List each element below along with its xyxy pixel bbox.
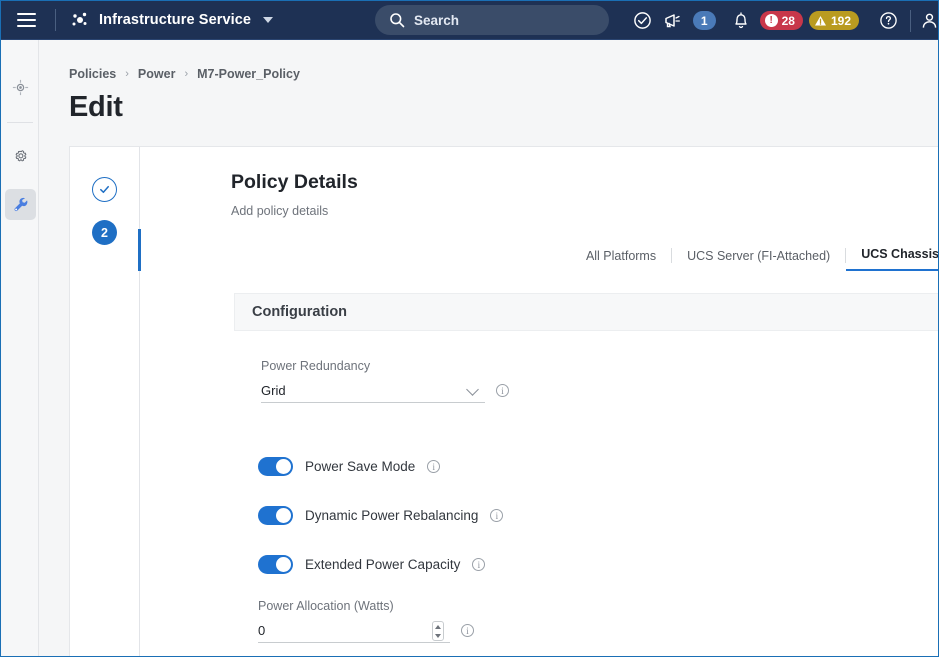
- dynamic-power-rebalancing-toggle[interactable]: [258, 506, 293, 525]
- power-redundancy-select[interactable]: Grid: [261, 378, 485, 403]
- warning-alarm-badge[interactable]: 192: [808, 11, 859, 30]
- power-save-mode-row: Power Save Mode i: [258, 457, 441, 476]
- platform-tabs: All Platforms UCS Server (FI-Attached) U…: [571, 243, 938, 271]
- megaphone-icon: [658, 1, 688, 40]
- breadcrumb-item-0[interactable]: Policies: [69, 67, 116, 81]
- user-icon[interactable]: [918, 1, 938, 40]
- help-circle-icon[interactable]: [873, 1, 903, 40]
- search-input[interactable]: Search: [375, 5, 609, 35]
- section-title: Policy Details: [231, 171, 358, 193]
- wizard-rail: [139, 147, 140, 656]
- power-allocation-input[interactable]: 0: [258, 618, 450, 643]
- power-allocation-value: 0: [258, 622, 266, 638]
- wizard-step-1[interactable]: [70, 177, 139, 202]
- warning-alarm-icon: [814, 14, 827, 27]
- power-save-mode-toggle[interactable]: [258, 457, 293, 476]
- stepper-down-icon[interactable]: [435, 633, 441, 638]
- critical-alarm-count: 28: [781, 13, 795, 28]
- topbar-actions: 1 ! 28 192: [628, 1, 938, 40]
- critical-alarm-icon: !: [764, 14, 778, 27]
- section-subtitle: Add policy details: [231, 204, 329, 218]
- configuration-label: Configuration: [252, 304, 348, 320]
- breadcrumb-item-2[interactable]: M7-Power_Policy: [197, 67, 300, 81]
- toggle-knob: [276, 508, 291, 523]
- toggle-knob: [276, 459, 291, 474]
- wrench-icon: [14, 197, 28, 212]
- power-redundancy-value: Grid: [261, 382, 286, 398]
- service-name: Infrastructure Service: [99, 12, 252, 28]
- dynamic-power-rebalancing-label: Dynamic Power Rebalancing: [305, 508, 479, 523]
- stepper-up-icon[interactable]: [435, 624, 441, 629]
- sidebar-item-monitor[interactable]: [5, 72, 36, 103]
- power-redundancy-field: Power Redundancy Grid i: [261, 359, 509, 403]
- topbar-divider-right: [910, 9, 911, 32]
- page-title: Edit: [69, 91, 123, 123]
- breadcrumb: Policies › Power › M7-Power_Policy: [69, 67, 300, 81]
- announcement-count-badge[interactable]: 1: [692, 11, 716, 30]
- breadcrumb-separator: ›: [184, 68, 189, 80]
- power-redundancy-label: Power Redundancy: [261, 359, 371, 373]
- toggle-knob: [276, 557, 291, 572]
- rail-spacer: [2, 172, 38, 189]
- chevron-down-icon: [263, 17, 274, 23]
- search-placeholder: Search: [414, 12, 460, 28]
- power-save-mode-info-icon[interactable]: i: [427, 460, 441, 473]
- chevron-down-icon: [466, 383, 479, 396]
- topbar-divider: [55, 9, 56, 31]
- check-circle-icon[interactable]: [628, 1, 658, 40]
- extended-power-capacity-info-icon[interactable]: i: [472, 558, 486, 571]
- breadcrumb-item-1[interactable]: Power: [138, 67, 176, 81]
- policy-edit-card: 2 Policy Details Add policy details All …: [69, 146, 938, 656]
- critical-alarm-badge[interactable]: ! 28: [759, 11, 803, 30]
- power-redundancy-info-icon[interactable]: i: [496, 384, 509, 397]
- power-save-mode-label: Power Save Mode: [305, 459, 416, 474]
- monitor-icon: [12, 79, 29, 96]
- power-allocation-info-icon[interactable]: i: [461, 624, 474, 637]
- wizard-stepper: 2: [70, 147, 139, 656]
- power-allocation-field: Power Allocation (Watts) 0 i: [258, 599, 474, 643]
- sidebar-item-tools[interactable]: [5, 189, 36, 220]
- announcements-button[interactable]: 1: [658, 1, 716, 40]
- tab-all-platforms[interactable]: All Platforms: [571, 249, 671, 271]
- power-allocation-label: Power Allocation (Watts): [258, 599, 394, 613]
- extended-power-capacity-row: Extended Power Capacity i: [258, 555, 486, 574]
- application-window: Infrastructure Service Search 1 ! 28 192…: [0, 0, 939, 657]
- step-1-indicator[interactable]: [92, 177, 117, 202]
- hamburger-menu-icon[interactable]: [7, 1, 45, 40]
- search-icon: [390, 13, 405, 28]
- check-icon: [100, 185, 109, 194]
- rail-divider: [7, 122, 33, 123]
- step-2-indicator[interactable]: 2: [92, 220, 117, 245]
- breadcrumb-separator: ›: [125, 68, 129, 80]
- extended-power-capacity-label: Extended Power Capacity: [305, 557, 461, 572]
- warning-alarm-count: 192: [830, 13, 851, 28]
- power-allocation-stepper[interactable]: [432, 621, 444, 641]
- dynamic-power-rebalancing-row: Dynamic Power Rebalancing i: [258, 506, 504, 525]
- dynamic-power-rebalancing-info-icon[interactable]: i: [490, 509, 504, 522]
- card-content: Policy Details Add policy details All Pl…: [163, 147, 938, 656]
- wizard-step-2[interactable]: 2: [70, 220, 139, 245]
- service-selector[interactable]: Infrastructure Service: [66, 10, 277, 30]
- gear-icon: [15, 150, 27, 162]
- sidebar-item-configure[interactable]: [5, 141, 36, 172]
- tab-ucs-server-fi-attached[interactable]: UCS Server (FI-Attached): [672, 249, 845, 271]
- top-navigation-bar: Infrastructure Service Search 1 ! 28 192: [1, 1, 938, 40]
- service-nodes-icon: [72, 12, 87, 26]
- left-navigation-rail: [2, 40, 39, 656]
- tab-ucs-chassis[interactable]: UCS Chassis: [846, 247, 938, 271]
- bell-icon[interactable]: [726, 1, 756, 40]
- configuration-panel-header: Configuration: [234, 293, 938, 331]
- extended-power-capacity-toggle[interactable]: [258, 555, 293, 574]
